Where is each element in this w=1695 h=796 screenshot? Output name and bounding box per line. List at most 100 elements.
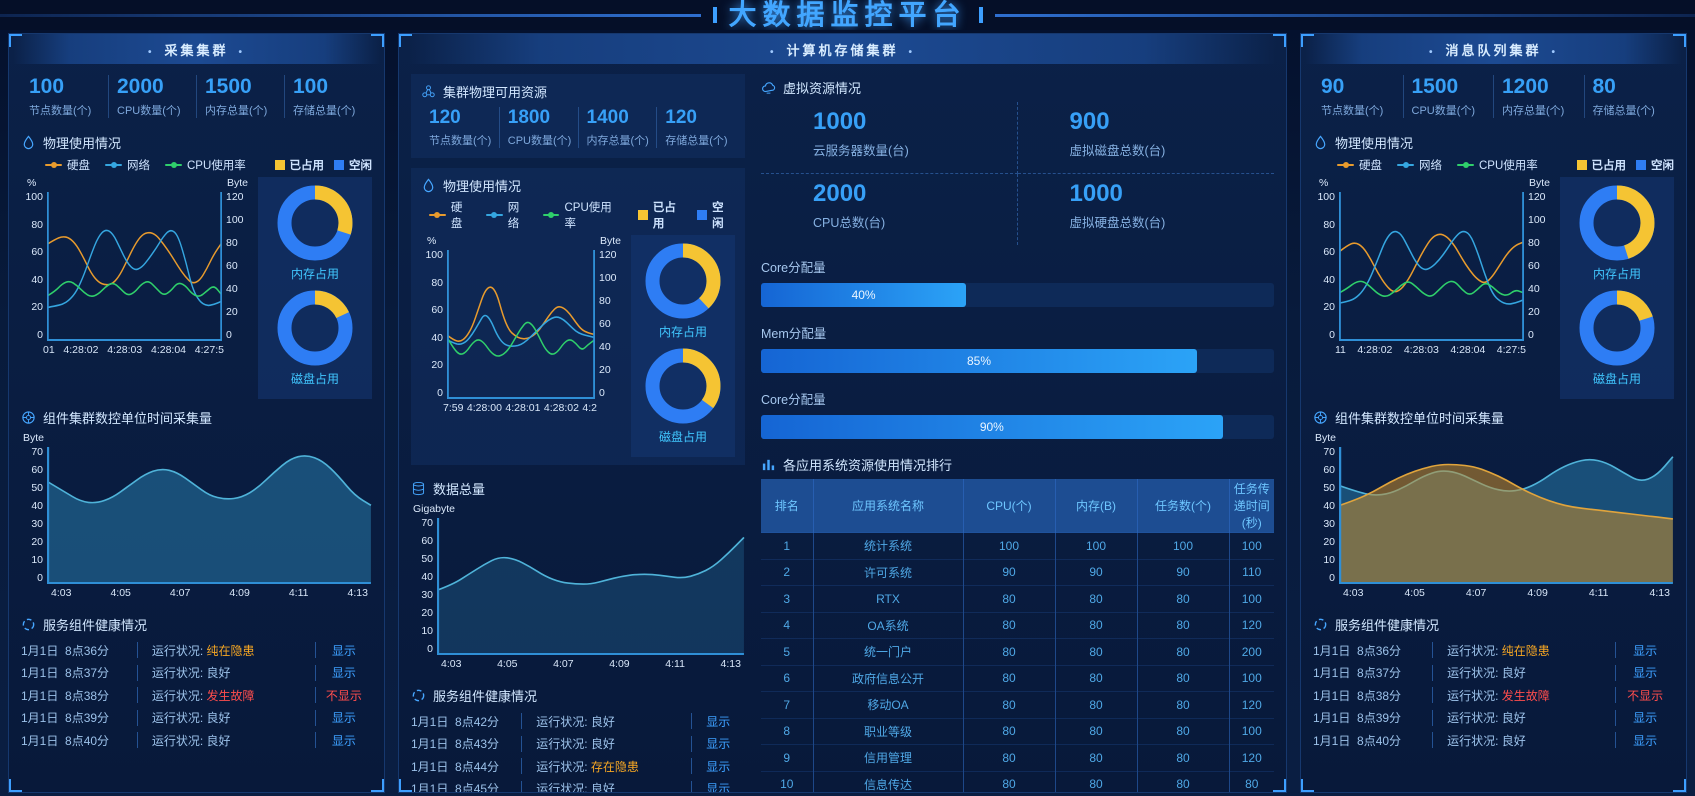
stat-value: 2000 bbox=[117, 75, 196, 99]
tick-label: 0 bbox=[1317, 572, 1335, 584]
cell-tasks: 80 bbox=[1137, 665, 1229, 692]
y-axis-right: 120100806040200 bbox=[222, 191, 250, 341]
legend-item[interactable]: CPU使用率 bbox=[1457, 157, 1538, 173]
tick-label: 20 bbox=[425, 359, 443, 371]
health-row: 1月1日 8点40分运行状况: 良好显示 bbox=[21, 729, 372, 752]
tick-label: 7:59 bbox=[443, 402, 463, 414]
health-action-button[interactable]: 显示 bbox=[1616, 664, 1674, 681]
tick-label: 4:11 bbox=[665, 658, 685, 670]
cell-cpu: 90 bbox=[963, 559, 1055, 586]
tick-label: 30 bbox=[415, 589, 433, 601]
stat-value: 1200 bbox=[1502, 75, 1584, 99]
health-action-button[interactable]: 显示 bbox=[692, 735, 745, 752]
tick-label: 80 bbox=[425, 277, 443, 289]
donut-label: 磁盘占用 bbox=[659, 428, 707, 445]
legend-item[interactable]: 硬盘 bbox=[45, 157, 90, 173]
health-status: 运行状况: 良好 bbox=[1433, 664, 1615, 681]
physical-line-chart bbox=[1339, 191, 1524, 341]
legend-item[interactable]: 网络 bbox=[105, 157, 150, 173]
section-title: 服务组件健康情况 bbox=[43, 615, 147, 634]
cell-task-time: 120 bbox=[1229, 692, 1274, 719]
legend-item[interactable]: 空闲 bbox=[1636, 157, 1674, 173]
tick-label: 01 bbox=[43, 344, 55, 356]
stat-label: CPU数量(个) bbox=[508, 132, 578, 148]
section-title: 组件集群数控单位时间采集量 bbox=[1335, 408, 1504, 427]
legend-line-icon bbox=[429, 214, 446, 216]
cell-rank: 2 bbox=[761, 559, 813, 586]
legend-item[interactable]: CPU使用率 bbox=[165, 157, 246, 173]
legend-item[interactable]: 硬盘 bbox=[429, 199, 474, 231]
tick-label: 20 bbox=[25, 536, 43, 548]
health-action-button[interactable]: 显示 bbox=[692, 713, 745, 730]
health-action-button[interactable]: 显示 bbox=[1616, 732, 1674, 749]
tick-label: 4:07 bbox=[1466, 587, 1486, 599]
tick-label: 40 bbox=[599, 341, 619, 353]
stat-item: 2000 CPU数量(个) bbox=[108, 75, 196, 118]
stat-item: 1400内存总量(个) bbox=[578, 107, 657, 148]
health-action-button[interactable]: 显示 bbox=[1616, 709, 1674, 726]
legend-item[interactable]: 空闲 bbox=[697, 199, 735, 231]
section-title: 数据总量 bbox=[433, 479, 485, 498]
tick-label: 0 bbox=[415, 643, 433, 655]
legend-item[interactable]: 已占用 bbox=[1577, 157, 1627, 173]
health-action-button[interactable]: 不显示 bbox=[1616, 687, 1674, 704]
cell-task-time: 100 bbox=[1229, 718, 1274, 745]
stat-value: 1800 bbox=[508, 107, 578, 129]
legend-item[interactable]: CPU使用率 bbox=[543, 199, 623, 231]
axis-units: %Byte bbox=[21, 177, 250, 191]
health-status: 运行状况: 存在隐患 bbox=[522, 758, 690, 775]
table-row: 8职业等级808080100 bbox=[761, 718, 1274, 745]
dashboard-body: 采集集群 100节点数量(个)2000CPU数量(个)1500内存总量(个)10… bbox=[0, 30, 1695, 793]
wheel-icon bbox=[21, 410, 36, 425]
table-row: 4OA系统808080120 bbox=[761, 612, 1274, 639]
tick-label: 10 bbox=[25, 554, 43, 566]
app-resource-table: 排名应用系统名称CPU(个)内存(B)任务数(个)任务传递时间(秒) 1统计系统… bbox=[761, 479, 1274, 793]
allocation-label: Core分配量 bbox=[761, 389, 1274, 408]
health-action-button[interactable]: 显示 bbox=[316, 664, 372, 681]
legend-item[interactable]: 已占用 bbox=[638, 199, 687, 231]
tick-label: 0 bbox=[25, 329, 43, 341]
tick-label: 40 bbox=[1317, 500, 1335, 512]
table-row: 3RTX808080100 bbox=[761, 586, 1274, 613]
tick-label: 0 bbox=[599, 387, 619, 399]
table-header-cell: 应用系统名称 bbox=[813, 479, 963, 533]
health-action-button[interactable]: 显示 bbox=[692, 780, 745, 793]
legend-item[interactable]: 网络 bbox=[1397, 157, 1442, 173]
cell-rank: 3 bbox=[761, 586, 813, 613]
legend-line-icon bbox=[1397, 164, 1414, 166]
tick-label: 20 bbox=[25, 301, 43, 313]
tick-label: 60 bbox=[226, 260, 246, 272]
tick-label: 20 bbox=[1317, 536, 1335, 548]
health-action-button[interactable]: 显示 bbox=[692, 758, 745, 775]
health-row: 1月1日 8点37分运行状况: 良好显示 bbox=[1313, 662, 1674, 685]
legend-item[interactable]: 硬盘 bbox=[1337, 157, 1382, 173]
legend-item[interactable]: 网络 bbox=[486, 199, 531, 231]
stat-label: CPU数量(个) bbox=[117, 102, 196, 118]
tick-label: 4:09 bbox=[1527, 587, 1547, 599]
section-header-physical-usage: 物理使用情况 bbox=[421, 176, 735, 195]
health-row: 1月1日 8点37分运行状况: 良好显示 bbox=[21, 662, 372, 685]
health-action-button[interactable]: 显示 bbox=[316, 732, 372, 749]
legend-square-icon bbox=[1636, 160, 1646, 170]
health-action-button[interactable]: 显示 bbox=[316, 709, 372, 726]
cell-cpu: 80 bbox=[963, 771, 1055, 793]
health-row: 1月1日 8点40分运行状况: 良好显示 bbox=[1313, 729, 1674, 752]
nodes-icon bbox=[421, 84, 436, 99]
health-timestamp: 1月1日 8点37分 bbox=[21, 664, 137, 681]
allocation-bar: Mem分配量85% bbox=[761, 323, 1274, 373]
health-action-button[interactable]: 显示 bbox=[1616, 642, 1674, 659]
health-action-button[interactable]: 不显示 bbox=[316, 687, 372, 704]
stat-item: 90节点数量(个) bbox=[1313, 75, 1403, 118]
cell-cpu: 80 bbox=[963, 692, 1055, 719]
section-title: 各应用系统资源使用情况排行 bbox=[783, 455, 952, 474]
x-axis: 014:28:024:28:034:28:044:27:5 bbox=[21, 344, 250, 356]
y-axis-left: 100806040200 bbox=[1313, 191, 1339, 341]
cell-task-time: 110 bbox=[1229, 559, 1274, 586]
legend-item[interactable]: 空闲 bbox=[334, 157, 372, 173]
stat-item: 100存储总量(个) bbox=[284, 75, 372, 118]
tick-label: 4:28:03 bbox=[107, 344, 142, 356]
panel-title: 消息队列集群 bbox=[1301, 34, 1686, 64]
health-action-button[interactable]: 显示 bbox=[316, 642, 372, 659]
tick-label: 120 bbox=[1528, 191, 1548, 203]
legend-item[interactable]: 已占用 bbox=[275, 157, 325, 173]
